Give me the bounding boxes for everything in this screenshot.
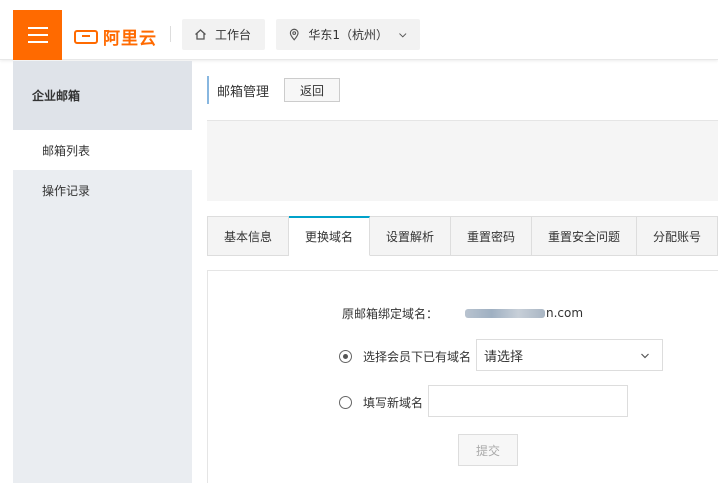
tab-label: 分配账号	[652, 229, 701, 244]
location-icon	[289, 28, 299, 41]
tab-dns-settings[interactable]: 设置解析	[370, 216, 451, 256]
page-title: 邮箱管理	[217, 84, 270, 100]
sidebar: 企业邮箱 邮箱列表 操作记录	[13, 61, 192, 483]
aliyun-logo-icon	[74, 29, 98, 44]
existing-domain-label: 选择会员下已有域名	[363, 349, 472, 364]
title-accent-bar	[207, 76, 209, 104]
tab-label: 重置密码	[466, 229, 515, 244]
sidebar-item-label: 邮箱列表	[42, 143, 91, 158]
header-divider	[170, 26, 171, 42]
tab-reset-password[interactable]: 重置密码	[451, 216, 532, 256]
page-header: 邮箱管理 返回	[207, 76, 341, 104]
info-panel	[207, 120, 718, 201]
chevron-down-icon	[641, 353, 649, 359]
region-selector[interactable]: 华东1（杭州）	[276, 19, 420, 50]
tab-label: 重置安全问题	[547, 229, 620, 244]
tab-basic-info[interactable]: 基本信息	[207, 216, 289, 256]
sidebar-item-mailbox-list[interactable]: 邮箱列表	[13, 130, 192, 170]
original-domain-redacted	[465, 308, 546, 318]
tab-reset-security-question[interactable]: 重置安全问题	[532, 216, 637, 256]
workbench-button[interactable]: 工作台	[182, 19, 265, 50]
region-label: 华东1（杭州）	[308, 28, 389, 42]
sidebar-title: 企业邮箱	[13, 61, 192, 130]
logo-text: 阿里云	[103, 29, 157, 49]
option-new-row: 填写新域名	[339, 394, 423, 410]
back-button[interactable]: 返回	[284, 78, 341, 102]
tab-change-domain[interactable]: 更换域名	[289, 216, 370, 256]
original-domain-row: 原邮箱绑定域名： n.com	[342, 305, 583, 321]
sidebar-item-operation-log[interactable]: 操作记录	[13, 170, 192, 210]
new-domain-radio[interactable]	[339, 395, 352, 409]
tab-label: 基本信息	[223, 229, 272, 244]
new-domain-label: 填写新域名	[363, 395, 424, 410]
tab-assign-account[interactable]: 分配账号	[637, 216, 718, 256]
logo[interactable]: 阿里云	[74, 24, 157, 49]
tab-bar: 基本信息 更换域名 设置解析 重置密码 重置安全问题 分配账号	[207, 216, 718, 256]
original-domain-label: 原邮箱绑定域名：	[342, 306, 439, 321]
workbench-label: 工作台	[215, 28, 252, 42]
submit-button[interactable]: 提交	[458, 434, 518, 466]
new-domain-input[interactable]	[428, 385, 628, 417]
existing-domain-radio[interactable]	[339, 349, 352, 363]
tab-label: 更换域名	[304, 230, 353, 244]
home-icon	[195, 29, 206, 40]
option-existing-row: 选择会员下已有域名	[339, 348, 471, 364]
sidebar-item-label: 操作记录	[42, 183, 91, 198]
top-bar: 阿里云 工作台 华东1（杭州）	[0, 0, 718, 60]
select-value: 请选择	[484, 349, 524, 365]
tab-label: 设置解析	[385, 229, 434, 244]
chevron-down-icon	[399, 32, 407, 38]
menu-icon[interactable]	[13, 10, 62, 60]
existing-domain-select[interactable]: 请选择	[476, 339, 663, 371]
original-domain-value: n.com	[546, 306, 584, 320]
